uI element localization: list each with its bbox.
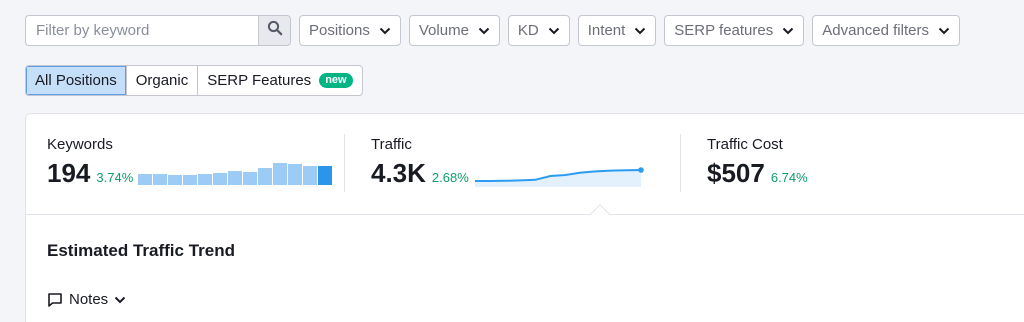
- filter-bar: Positions Volume KD Intent SERP features…: [25, 15, 960, 46]
- overview-card: Keywords 194 3.74% Traffic 4.3K 2.68% Tr…: [25, 113, 1024, 322]
- kd-dropdown[interactable]: KD: [507, 15, 570, 46]
- keywords-bar: [183, 175, 198, 185]
- comment-icon: [47, 292, 63, 308]
- traffic-change: 2.68%: [431, 170, 469, 185]
- keywords-bar: [228, 171, 243, 185]
- keywords-change: 3.74%: [96, 170, 134, 185]
- traffic-cost-value: $507: [707, 158, 765, 188]
- notes-dropdown[interactable]: Notes: [47, 291, 126, 308]
- intent-dropdown-label: Intent: [587, 22, 626, 39]
- positions-dropdown-label: Positions: [309, 22, 370, 39]
- keywords-bar-chart: [138, 161, 333, 185]
- tab-organic[interactable]: Organic: [127, 66, 199, 95]
- keywords-bar: [273, 163, 288, 185]
- keywords-label: Keywords: [47, 136, 113, 153]
- chevron-down-icon: [782, 27, 794, 35]
- keywords-value: 194: [47, 158, 91, 188]
- search-icon: [267, 20, 283, 41]
- search-button[interactable]: [258, 15, 291, 46]
- serp-features-dropdown[interactable]: SERP features: [664, 15, 805, 46]
- chevron-down-icon: [379, 27, 391, 35]
- section-title: Estimated Traffic Trend: [47, 241, 235, 260]
- new-badge: new: [319, 73, 353, 88]
- traffic-sparkline: [474, 167, 644, 187]
- keywords-bar: [168, 175, 183, 185]
- position-type-tabs: All Positions Organic SERP Features new: [25, 65, 363, 96]
- tab-label: Organic: [135, 72, 189, 89]
- kd-dropdown-label: KD: [517, 22, 539, 39]
- volume-dropdown[interactable]: Volume: [408, 15, 500, 46]
- keywords-bar: [243, 172, 258, 185]
- intent-dropdown[interactable]: Intent: [577, 15, 657, 46]
- divider: [680, 134, 681, 192]
- keywords-bar: [288, 164, 303, 185]
- advanced-filters-dropdown[interactable]: Advanced filters: [812, 15, 960, 46]
- divider: [344, 134, 345, 192]
- keywords-bar: [213, 173, 228, 185]
- chevron-down-icon: [478, 27, 490, 35]
- traffic-value: 4.3K: [371, 158, 426, 188]
- serp-features-dropdown-label: SERP features: [674, 22, 774, 39]
- traffic-cost-label: Traffic Cost: [707, 136, 783, 153]
- traffic-cost-metric[interactable]: Traffic Cost $507 6.74%: [707, 136, 808, 186]
- keyword-search-input[interactable]: [25, 15, 258, 46]
- chevron-down-icon: [114, 296, 126, 304]
- tab-serp-features[interactable]: SERP Features new: [198, 66, 361, 95]
- tab-label: All Positions: [35, 72, 117, 89]
- keywords-bar: [258, 168, 273, 185]
- chevron-down-icon: [548, 27, 560, 35]
- advanced-filters-dropdown-label: Advanced filters: [822, 22, 929, 39]
- traffic-sparkline-area: [474, 170, 641, 187]
- chevron-down-icon: [938, 27, 950, 35]
- keywords-bar: [318, 166, 333, 185]
- keywords-bar: [138, 174, 153, 185]
- tab-label: SERP Features: [207, 72, 312, 89]
- tab-all-positions[interactable]: All Positions: [26, 66, 127, 95]
- keywords-bar: [198, 174, 213, 185]
- positions-dropdown[interactable]: Positions: [299, 15, 401, 46]
- chevron-down-icon: [634, 27, 646, 35]
- traffic-label: Traffic: [371, 136, 412, 153]
- keyword-search: [25, 15, 291, 46]
- keywords-metric[interactable]: Keywords 194 3.74%: [47, 136, 333, 188]
- traffic-metric[interactable]: Traffic 4.3K 2.68%: [371, 136, 646, 188]
- keywords-bar: [303, 166, 318, 185]
- metrics-row: Keywords 194 3.74% Traffic 4.3K 2.68% Tr…: [26, 114, 1024, 215]
- volume-dropdown-label: Volume: [418, 22, 469, 39]
- traffic-cost-change: 6.74%: [770, 170, 808, 185]
- notes-label: Notes: [69, 291, 109, 308]
- traffic-sparkline-endpoint: [637, 167, 644, 173]
- keywords-bar: [153, 174, 168, 185]
